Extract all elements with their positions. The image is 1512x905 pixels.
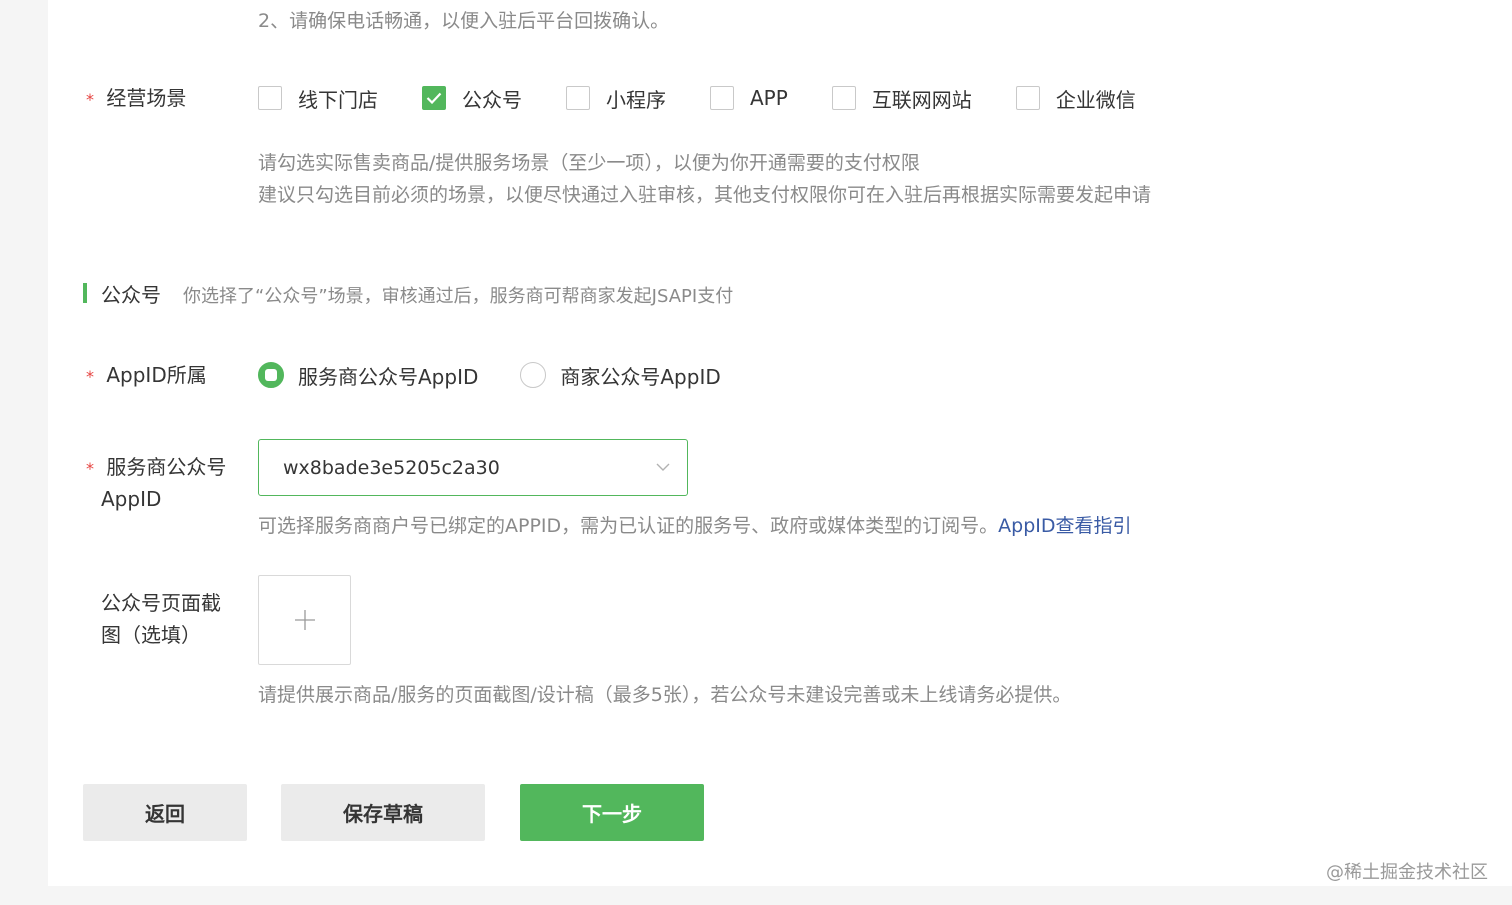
- radio-dot: [265, 369, 277, 381]
- appid-owner-radio-group: 服务商公众号AppID 商家公众号AppID: [258, 359, 763, 391]
- screenshot-upload-button[interactable]: [258, 575, 351, 665]
- provider-appid-select[interactable]: wx8bade3e5205c2a30: [258, 439, 688, 496]
- radio-provider-appid[interactable]: 服务商公众号AppID: [258, 361, 478, 390]
- checkbox-label: 互联网网站: [871, 87, 972, 112]
- checkbox-offline-store[interactable]: 线下门店: [258, 84, 378, 113]
- screenshot-label-line1: 公众号页面截: [101, 591, 221, 615]
- radio-label: 商家公众号AppID: [560, 364, 721, 389]
- provider-appid-label-line2: AppID: [101, 487, 162, 511]
- scene-tip-line1: 请勾选实际售卖商品/提供服务场景（至少一项），以便为你开通需要的支付权限: [258, 152, 920, 174]
- section-title: 公众号: [101, 283, 161, 307]
- checkbox-box[interactable]: [831, 86, 856, 110]
- checkbox-box-checked[interactable]: [422, 86, 446, 110]
- plus-icon: [294, 610, 315, 630]
- back-button[interactable]: 返回: [83, 784, 247, 841]
- provider-appid-tip: 可选择服务商商户号已绑定的APPID，需为已认证的服务号、政府或媒体类型的订阅号…: [258, 515, 999, 537]
- radio-button-selected[interactable]: [258, 362, 284, 388]
- provider-appid-label-group: * 服务商公众号: [86, 451, 226, 485]
- checkbox-label: 企业微信: [1055, 87, 1136, 112]
- appid-owner-label: AppID所属: [106, 363, 207, 387]
- scene-label-group: * 经营场景: [86, 82, 186, 116]
- checkbox-wecom[interactable]: 企业微信: [1015, 84, 1136, 113]
- save-draft-button[interactable]: 保存草稿: [281, 784, 485, 841]
- checkbox-box[interactable]: [258, 86, 282, 110]
- next-step-button[interactable]: 下一步: [520, 784, 704, 841]
- radio-label: 服务商公众号AppID: [298, 364, 479, 389]
- required-mark: *: [86, 367, 94, 386]
- screenshot-tip: 请提供展示商品/服务的页面截图/设计稿（最多5张），若公众号未建设完善或未上线请…: [258, 684, 1072, 706]
- checkbox-label: APP: [750, 86, 788, 110]
- checkbox-mini-program[interactable]: 小程序: [566, 84, 666, 113]
- radio-button[interactable]: [520, 362, 547, 388]
- appid-guide-link[interactable]: AppID查看指引: [998, 515, 1131, 537]
- check-icon: [426, 92, 442, 104]
- scene-tip-line2: 建议只勾选目前必须的场景，以便尽快通过入驻审核，其他支付权限你可在入驻后再根据实…: [258, 184, 1152, 206]
- provider-appid-tip-group: 可选择服务商商户号已绑定的APPID，需为已认证的服务号、政府或媒体类型的订阅号…: [258, 511, 1132, 538]
- scene-label: 经营场景: [106, 86, 187, 110]
- checkbox-app[interactable]: APP: [710, 86, 788, 110]
- provider-appid-label-line1: 服务商公众号: [106, 455, 227, 479]
- screenshot-label-line2: 图（选填）: [101, 623, 201, 647]
- watermark: @稀土掘金技术社区: [1326, 862, 1488, 883]
- section-desc: 你选择了“公众号”场景，审核通过后，服务商可帮商家发起JSAPI支付: [183, 286, 734, 307]
- checkbox-website[interactable]: 互联网网站: [831, 84, 972, 113]
- checkbox-box[interactable]: [566, 86, 590, 110]
- checkbox-label: 线下门店: [298, 87, 378, 112]
- checkbox-box[interactable]: [710, 86, 734, 110]
- checkbox-box[interactable]: [1015, 86, 1040, 110]
- required-mark: *: [86, 90, 94, 109]
- required-mark: *: [86, 459, 94, 478]
- select-value: wx8bade3e5205c2a30: [283, 456, 500, 479]
- section-accent-bar: [83, 283, 87, 303]
- checkbox-official-account[interactable]: 公众号: [422, 84, 522, 113]
- checkbox-label: 小程序: [606, 87, 666, 112]
- chevron-down-icon: [656, 463, 670, 471]
- phone-tip: 2、请确保电话畅通，以便入驻后平台回拨确认。: [258, 10, 670, 32]
- radio-merchant-appid[interactable]: 商家公众号AppID: [520, 361, 721, 390]
- scene-checkbox-group: 线下门店 公众号 小程序 APP 互联网网站 企业微信: [258, 82, 1180, 114]
- checkbox-label: 公众号: [462, 87, 522, 112]
- appid-owner-label-group: * AppID所属: [86, 359, 207, 393]
